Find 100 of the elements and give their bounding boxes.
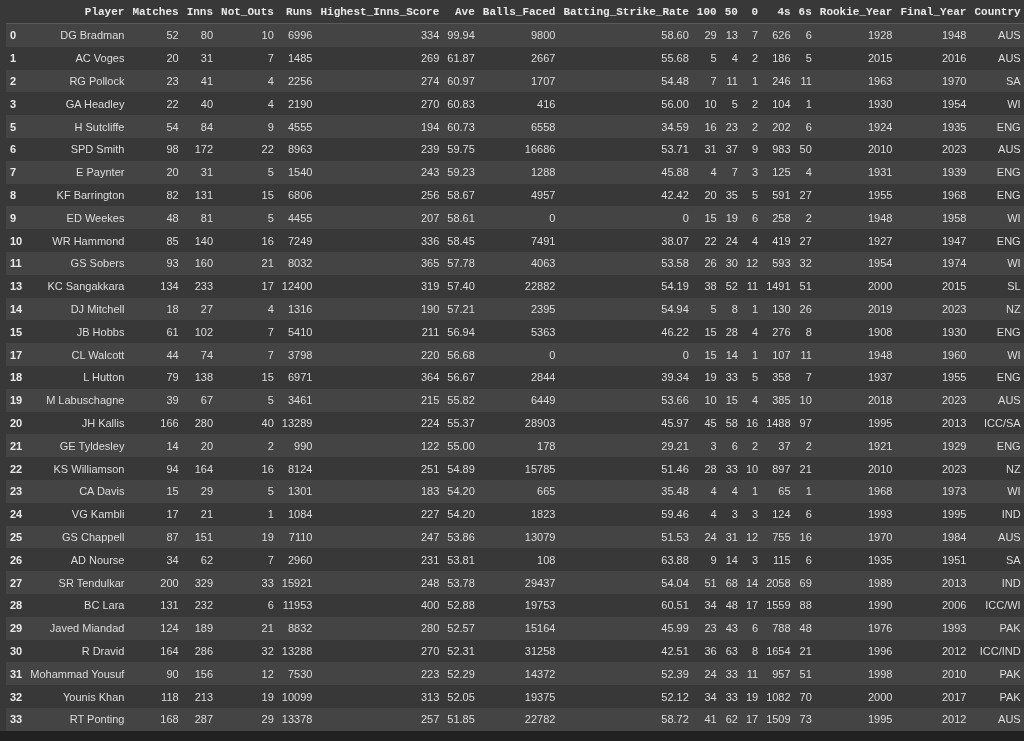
- table-cell: 7491: [478, 229, 560, 252]
- table-cell: 51.85: [443, 707, 479, 731]
- table-cell: WI: [970, 479, 1024, 503]
- table-cell: 8: [794, 320, 816, 344]
- table-cell: 1993: [896, 616, 971, 640]
- table-cell: 1973: [896, 479, 971, 503]
- table-cell: 22: [692, 229, 721, 252]
- table-cell: 68: [720, 571, 742, 594]
- table-cell: 1951: [896, 548, 971, 572]
- table-cell: ENG: [970, 320, 1024, 344]
- table-cell: 70: [794, 685, 816, 708]
- row-index: 19: [6, 388, 27, 412]
- table-cell: 0: [559, 206, 693, 230]
- table-cell: 1930: [896, 320, 971, 344]
- table-cell: 2: [741, 92, 763, 116]
- table-cell: 52: [128, 23, 183, 47]
- table-cell: 23: [720, 115, 742, 138]
- table-cell: SA: [970, 548, 1024, 572]
- table-cell: 130: [762, 297, 795, 321]
- table-cell: GE Tyldesley: [26, 434, 129, 458]
- table-cell: 400: [316, 593, 444, 617]
- row-index: 10: [6, 229, 27, 252]
- table-cell: 62: [182, 548, 218, 572]
- row-index: 23: [6, 479, 27, 503]
- row-index: 8: [6, 183, 27, 207]
- table-cell: 53.58: [559, 251, 693, 275]
- table-cell: 257: [316, 707, 444, 731]
- row-index: 13: [6, 274, 27, 298]
- table-cell: 21: [217, 616, 278, 640]
- table-cell: 59.23: [443, 160, 479, 184]
- table-cell: 22: [217, 138, 278, 161]
- table-cell: 54.04: [559, 571, 693, 594]
- row-index: 28: [6, 593, 27, 617]
- table-cell: 140: [182, 229, 218, 252]
- row-index: 32: [6, 685, 27, 708]
- table-cell: 52.57: [443, 616, 479, 640]
- table-cell: 1488: [762, 411, 795, 435]
- table-cell: 248: [316, 571, 444, 594]
- table-cell: 37: [762, 434, 795, 458]
- table-cell: 211: [316, 320, 444, 344]
- table-cell: 74: [182, 343, 218, 366]
- table-cell: 14: [720, 548, 742, 572]
- row-index: 27: [6, 571, 27, 594]
- table-cell: 54.89: [443, 457, 479, 480]
- table-cell: 0: [478, 206, 560, 230]
- table-cell: 183: [316, 479, 444, 503]
- table-cell: ENG: [970, 365, 1024, 389]
- table-cell: 336: [316, 229, 444, 252]
- table-cell: 51.53: [559, 525, 693, 549]
- table-cell: 593: [762, 251, 795, 275]
- table-cell: 202: [762, 115, 795, 138]
- table-cell: 21: [794, 457, 816, 480]
- table-cell: 8124: [277, 457, 317, 480]
- table-cell: 33: [720, 685, 742, 708]
- table-cell: 28: [692, 457, 721, 480]
- table-cell: 164: [182, 457, 218, 480]
- table-cell: 42.42: [559, 183, 693, 207]
- table-cell: 131: [128, 593, 183, 617]
- row-index: 7: [6, 160, 27, 184]
- table-cell: 9: [217, 115, 278, 138]
- table-cell: GS Chappell: [26, 525, 129, 549]
- table-cell: CA Davis: [26, 479, 129, 503]
- table-cell: 0: [559, 343, 693, 366]
- table-cell: 1654: [762, 639, 795, 663]
- table-cell: L Hutton: [26, 365, 129, 389]
- table-cell: 56.00: [559, 92, 693, 116]
- table-cell: 220: [316, 343, 444, 366]
- table-cell: 63.88: [559, 548, 693, 572]
- table-cell: 34.59: [559, 115, 693, 138]
- table-cell: KF Barrington: [26, 183, 129, 207]
- table-cell: 1970: [896, 69, 971, 93]
- table-cell: 56.94: [443, 320, 479, 344]
- table-cell: 39: [128, 388, 183, 412]
- table-cell: 19: [217, 685, 278, 708]
- table-cell: 29: [217, 707, 278, 731]
- table-cell: 22: [128, 92, 183, 116]
- table-cell: 1989: [815, 571, 897, 594]
- table-cell: ENG: [970, 115, 1024, 138]
- table-cell: 58.60: [559, 23, 693, 47]
- table-cell: 20: [128, 46, 183, 70]
- table-cell: 58.61: [443, 206, 479, 230]
- table-cell: 5363: [478, 320, 560, 344]
- table-cell: 1509: [762, 707, 795, 731]
- table-cell: 1954: [896, 92, 971, 116]
- table-cell: AD Nourse: [26, 548, 129, 572]
- table-cell: JB Hobbs: [26, 320, 129, 344]
- table-cell: 6: [794, 548, 816, 572]
- table-cell: 55.68: [559, 46, 693, 70]
- table-cell: 99.94: [443, 23, 479, 47]
- table-cell: ICC/SA: [970, 411, 1024, 435]
- table-cell: 81: [182, 206, 218, 230]
- table-cell: 16: [692, 115, 721, 138]
- table-cell: SPD Smith: [26, 138, 129, 161]
- table-cell: 227: [316, 502, 444, 526]
- table-cell: 1082: [762, 685, 795, 708]
- table-cell: AUS: [970, 23, 1024, 47]
- table-cell: 280: [316, 616, 444, 640]
- table-cell: 213: [182, 685, 218, 708]
- table-cell: 2000: [815, 685, 897, 708]
- horizontal-scrollbar[interactable]: [0, 730, 1024, 741]
